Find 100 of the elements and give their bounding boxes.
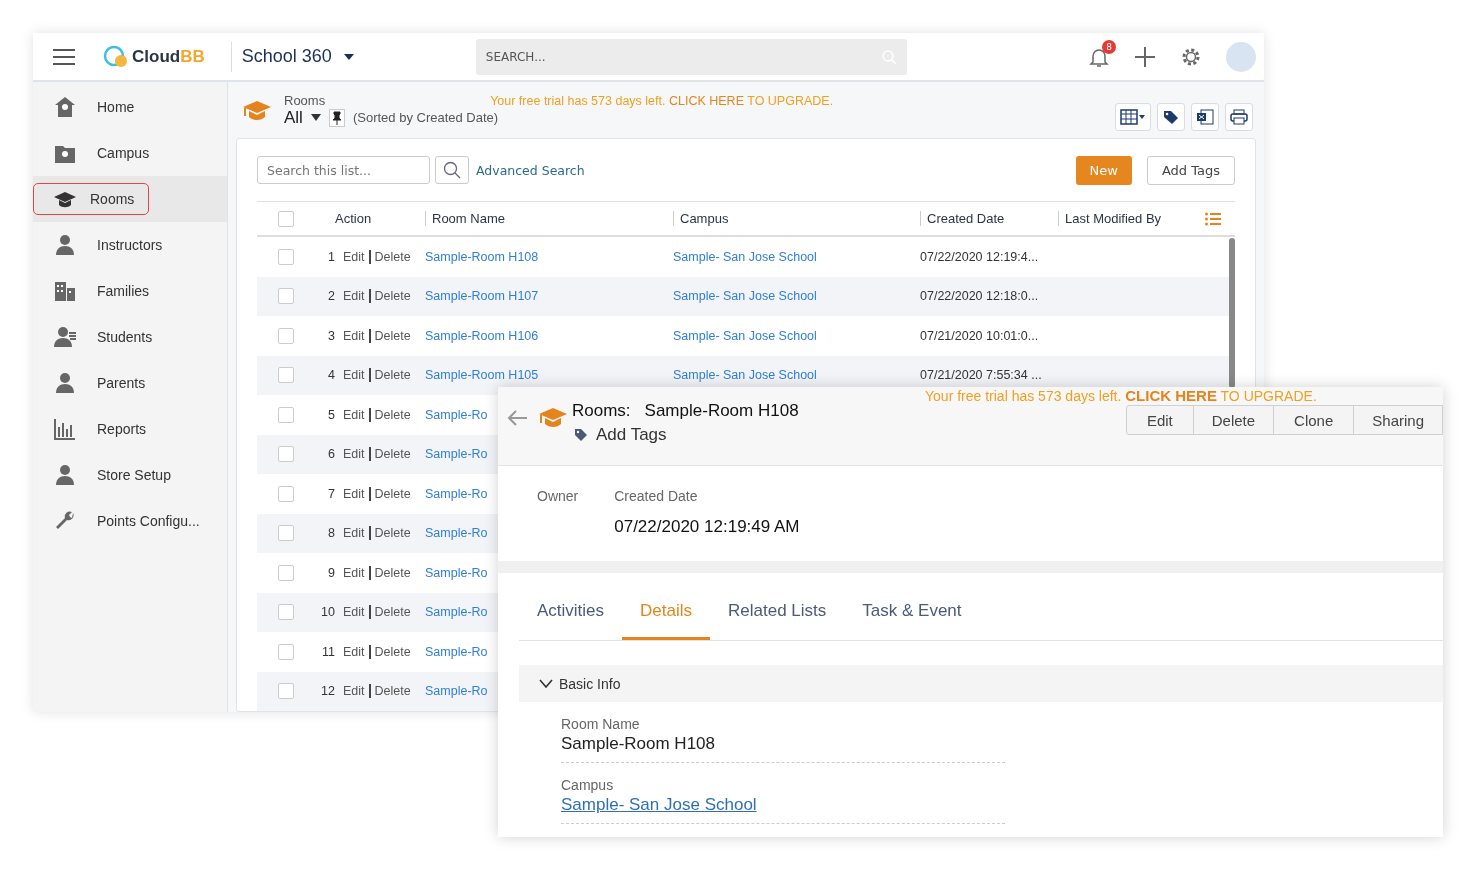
- caret-down-icon: [310, 114, 321, 121]
- search-field[interactable]: Search this list...: [257, 156, 430, 184]
- list-icon[interactable]: [1205, 211, 1221, 226]
- checkbox[interactable]: [278, 683, 294, 700]
- advanced-search-link[interactable]: Advanced Search: [476, 162, 585, 178]
- room-name-link[interactable]: Sample-Ro: [425, 447, 488, 462]
- column-header[interactable]: Created Date: [920, 211, 1058, 226]
- action-link[interactable]: Edit: [343, 447, 365, 462]
- room-name-link[interactable]: Sample-Ro: [425, 605, 488, 620]
- column-header[interactable]: Campus: [673, 211, 920, 226]
- sidebar-item[interactable]: Families: [33, 268, 227, 314]
- add-tags-button[interactable]: Add Tags: [1146, 155, 1235, 185]
- add-tags-link[interactable]: Add Tags: [574, 425, 799, 445]
- room-name-link[interactable]: Sample-Ro: [425, 526, 488, 541]
- menu-icon[interactable]: [53, 48, 75, 65]
- caret-down-icon[interactable]: [343, 53, 354, 60]
- action-link[interactable]: Edit: [343, 249, 365, 264]
- checkbox[interactable]: [278, 210, 294, 227]
- action-link[interactable]: Edit: [343, 407, 365, 422]
- graduation-cap-icon: [242, 99, 272, 121]
- action-link[interactable]: Edit: [343, 486, 365, 501]
- checkbox[interactable]: [278, 446, 294, 463]
- tab[interactable]: Related Lists: [710, 585, 845, 640]
- action-link[interactable]: Delete: [374, 605, 411, 620]
- room-name-link[interactable]: Sample-Room H108: [425, 249, 539, 264]
- room-name-link[interactable]: Sample-Room H105: [425, 368, 539, 383]
- column-header[interactable]: Action: [315, 211, 425, 226]
- search-field[interactable]: SEARCH...: [475, 38, 907, 75]
- sidebar-item[interactable]: Points Configu...: [33, 498, 227, 544]
- graduation-cap-icon: [538, 406, 568, 430]
- sidebar-item[interactable]: Rooms: [33, 176, 227, 222]
- person-icon: [53, 371, 77, 395]
- action-link[interactable]: Delete: [374, 328, 411, 343]
- action-link[interactable]: Delete: [374, 644, 411, 659]
- sidebar-item[interactable]: Store Setup: [33, 452, 227, 498]
- sidebar-item[interactable]: Reports: [33, 406, 227, 452]
- tag-button[interactable]: [1157, 103, 1185, 131]
- checkbox[interactable]: [278, 367, 294, 384]
- checkbox[interactable]: [278, 604, 294, 621]
- action-link[interactable]: Edit: [343, 328, 365, 343]
- action-link[interactable]: Delete: [374, 565, 411, 580]
- campus-link[interactable]: Sample- San Jose School: [673, 249, 817, 264]
- checkbox[interactable]: [278, 327, 294, 344]
- campus-link[interactable]: Sample- San Jose School: [673, 289, 817, 304]
- checkbox[interactable]: [278, 525, 294, 542]
- plus-icon[interactable]: [1134, 45, 1156, 68]
- action-link[interactable]: Edit: [343, 368, 365, 383]
- room-name-link[interactable]: Sample-Ro: [425, 684, 488, 699]
- field-link[interactable]: Sample- San Jose School: [561, 795, 1005, 815]
- action-link[interactable]: Edit: [343, 684, 365, 699]
- scrollbar[interactable]: [1229, 238, 1235, 388]
- action-link[interactable]: Edit: [343, 289, 365, 304]
- action-link[interactable]: Edit: [343, 526, 365, 541]
- tab[interactable]: Activities: [519, 585, 623, 640]
- campus-link[interactable]: Sample- San Jose School: [673, 368, 817, 383]
- action-button[interactable]: Edit: [1125, 405, 1194, 435]
- tab[interactable]: Task & Event: [844, 585, 980, 640]
- action-link[interactable]: Edit: [343, 605, 365, 620]
- checkbox[interactable]: [278, 485, 294, 502]
- action-link[interactable]: Delete: [374, 486, 411, 501]
- search-button[interactable]: [435, 156, 469, 184]
- action-button[interactable]: Clone: [1273, 405, 1355, 435]
- pin-icon[interactable]: [328, 108, 345, 127]
- sidebar-item[interactable]: Parents: [33, 360, 227, 406]
- action-link[interactable]: Delete: [374, 289, 411, 304]
- back-arrow-icon[interactable]: [506, 409, 528, 427]
- room-name-link[interactable]: Sample-Room H107: [425, 289, 539, 304]
- checkbox[interactable]: [278, 288, 294, 305]
- checkbox[interactable]: [278, 406, 294, 423]
- action-button[interactable]: Sharing: [1353, 405, 1443, 435]
- campus-link[interactable]: Sample- San Jose School: [673, 328, 817, 343]
- action-link[interactable]: Delete: [374, 249, 411, 264]
- room-name-link[interactable]: Sample-Ro: [425, 407, 488, 422]
- room-name-link[interactable]: Sample-Room H106: [425, 328, 539, 343]
- action-link[interactable]: Delete: [374, 526, 411, 541]
- action-link[interactable]: Delete: [374, 447, 411, 462]
- column-header[interactable]: Room Name: [425, 211, 673, 226]
- action-link[interactable]: Delete: [374, 407, 411, 422]
- view-selector[interactable]: All: [284, 107, 321, 128]
- action-button[interactable]: Delete: [1192, 405, 1275, 435]
- spreadsheet-export-button[interactable]: [1191, 103, 1219, 131]
- checkbox[interactable]: [278, 248, 294, 265]
- logo-text: CloudBB: [132, 46, 205, 67]
- action-link[interactable]: Delete: [374, 368, 411, 383]
- room-name-link[interactable]: Sample-Ro: [425, 486, 488, 501]
- sidebar-item[interactable]: Instructors: [33, 222, 227, 268]
- checkbox[interactable]: [278, 643, 294, 660]
- room-name-link[interactable]: Sample-Ro: [425, 565, 488, 580]
- sidebar-item[interactable]: Campus: [33, 130, 227, 176]
- checkbox[interactable]: [278, 564, 294, 581]
- print-button[interactable]: [1225, 103, 1253, 131]
- sidebar-item[interactable]: Students: [33, 314, 227, 360]
- table-view-button[interactable]: [1115, 103, 1151, 131]
- sidebar-item[interactable]: Home: [33, 84, 227, 130]
- action-link[interactable]: Delete: [374, 684, 411, 699]
- action-link[interactable]: Edit: [343, 644, 365, 659]
- action-link[interactable]: Edit: [343, 565, 365, 580]
- avatar[interactable]: [1226, 41, 1256, 72]
- room-name-link[interactable]: Sample-Ro: [425, 644, 488, 659]
- section-header[interactable]: Basic Info: [519, 665, 1443, 702]
